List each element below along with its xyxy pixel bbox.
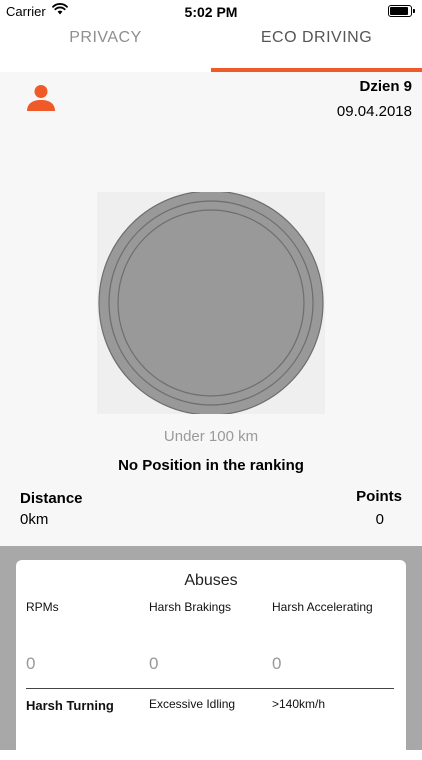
battery-icon [388, 5, 415, 17]
points-value: 0 [375, 511, 384, 528]
clock: 5:02 PM [184, 4, 238, 20]
tab-eco-driving[interactable]: ECO DRIVING [211, 22, 422, 70]
abuses-card: Abuses RPMs Harsh Brakings Harsh Acceler… [16, 560, 406, 760]
abuse-label-harsh-accelerating: Harsh Accelerating [272, 600, 373, 614]
eco-driving-panel: Dzien 9 09.04.2018 Under 100 km No Posit… [0, 72, 422, 546]
range-label: Under 100 km [163, 428, 259, 445]
abuses-title: Abuses [184, 572, 238, 589]
distance-label: Distance [20, 490, 83, 507]
abuse-label-rpms: RPMs [26, 600, 59, 614]
abuse-label-excessive-idling: Excessive Idling [149, 697, 236, 711]
abuse-label-harsh-brakings: Harsh Brakings [149, 600, 232, 614]
abuses-section: Abuses RPMs Harsh Brakings Harsh Acceler… [0, 546, 422, 760]
status-bar: Carrier 5:02 PM [0, 0, 422, 22]
points-label: Points [356, 488, 402, 505]
abuses-divider [26, 688, 394, 689]
abuse-label-harsh-turning: Harsh Turning [26, 698, 114, 713]
user-icon[interactable] [26, 84, 56, 112]
day-date: 09.04.2018 [336, 103, 412, 120]
day-title: Dzien 9 [359, 78, 412, 95]
tab-bar: PRIVACY ECO DRIVING [0, 22, 422, 72]
abuse-label-over-140kmh: >140km/h [272, 697, 326, 711]
abuse-value-harsh-accelerating: 0 [272, 654, 282, 673]
ranking-position: No Position in the ranking [118, 457, 304, 474]
abuse-value-harsh-brakings: 0 [149, 654, 159, 673]
abuse-value-rpms: 0 [26, 654, 36, 673]
distance-value: 0km [20, 511, 49, 528]
tab-privacy[interactable]: PRIVACY [0, 22, 211, 70]
ranking-gauge [97, 192, 325, 414]
